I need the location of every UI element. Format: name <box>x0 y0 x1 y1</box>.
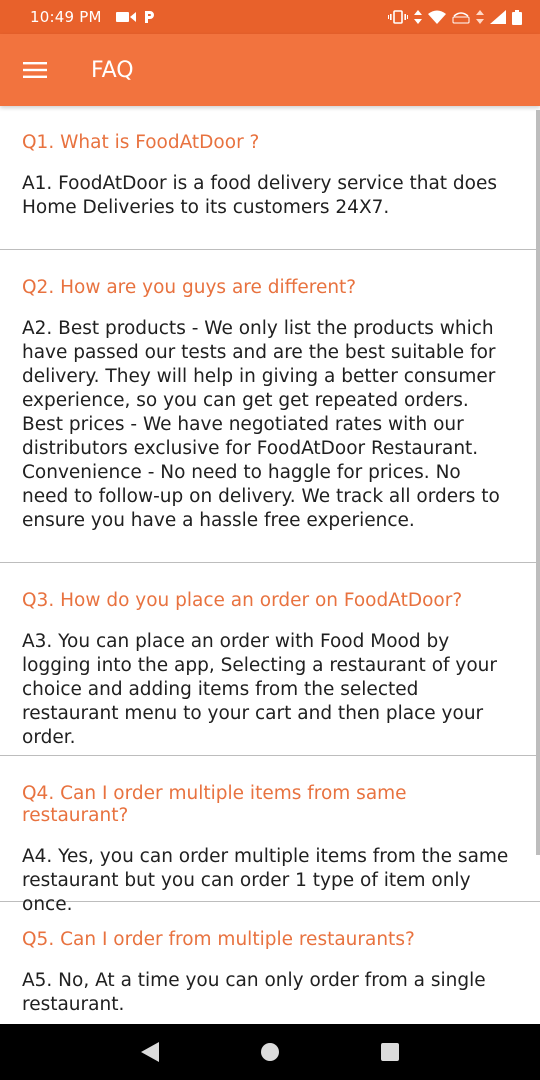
faq-answer: A5. No, At a time you can only order fro… <box>22 970 486 1015</box>
system-nav-bar <box>0 1024 540 1080</box>
signal-arrows-icon <box>476 10 484 24</box>
faq-question: Q5. Can I order from multiple restaurant… <box>22 929 415 950</box>
recents-square-icon <box>381 1043 399 1061</box>
faq-item: Q2. How are you guys are different? A2. … <box>0 250 540 563</box>
status-left-icons <box>115 10 156 24</box>
faq-item: Q5. Can I order from multiple restaurant… <box>0 902 540 1024</box>
status-right-icons <box>388 9 522 25</box>
back-triangle-icon <box>141 1042 159 1062</box>
parking-p-icon <box>144 11 154 23</box>
faq-item: Q3. How do you place an order on FoodAtD… <box>0 563 540 756</box>
faq-question: Q4. Can I order multiple items from same… <box>22 783 407 826</box>
battery-icon <box>512 9 522 25</box>
faq-answer: A3. You can place an order with Food Moo… <box>22 631 498 748</box>
back-button[interactable] <box>130 1032 170 1072</box>
vibrate-icon <box>388 10 408 24</box>
home-circle-icon <box>261 1043 279 1061</box>
faq-question: Q1. What is FoodAtDoor ? <box>22 132 260 153</box>
wifi-icon <box>428 10 446 24</box>
faq-answer: A2. Best products - We only list the pro… <box>22 318 500 531</box>
faq-question: Q3. How do you place an order on FoodAtD… <box>22 590 463 611</box>
home-button[interactable] <box>250 1032 290 1072</box>
faq-item: Q4. Can I order multiple items from same… <box>0 756 540 915</box>
status-time: 10:49 PM <box>30 8 102 26</box>
video-call-icon <box>115 12 136 22</box>
cell-signal-icon <box>490 10 506 24</box>
scrollbar[interactable] <box>536 110 540 855</box>
faq-answer: A1. FoodAtDoor is a food delivery servic… <box>22 173 498 218</box>
recents-button[interactable] <box>370 1032 410 1072</box>
app-bar: FAQ <box>0 34 540 106</box>
status-bar: 10:49 PM <box>0 0 540 34</box>
faq-screen: 10:49 PM FAQ Q1. What is FoodAtDoor ? A1… <box>0 0 540 1080</box>
volte-signal-icon <box>452 12 470 24</box>
volte-badge <box>452 10 470 24</box>
faq-list[interactable]: Q1. What is FoodAtDoor ? A1. FoodAtDoor … <box>0 106 540 1024</box>
page-title: FAQ <box>91 57 134 83</box>
data-arrows-icon <box>414 10 422 24</box>
hamburger-menu-icon <box>23 62 47 78</box>
faq-item: Q1. What is FoodAtDoor ? A1. FoodAtDoor … <box>0 106 540 250</box>
menu-button[interactable] <box>0 34 71 106</box>
faq-question: Q2. How are you guys are different? <box>22 277 357 298</box>
